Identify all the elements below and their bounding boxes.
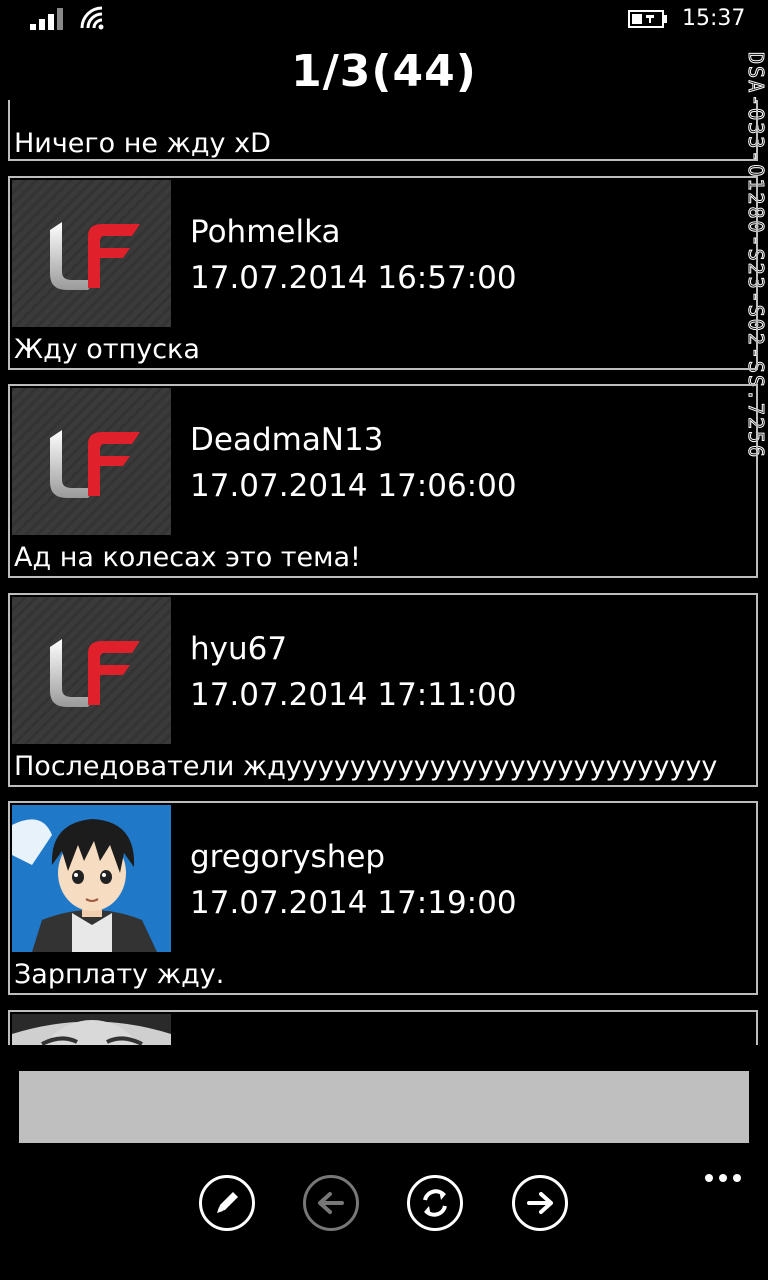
avatar xyxy=(12,805,171,952)
post-author[interactable]: gregoryshep xyxy=(190,839,385,875)
post-author[interactable]: Pohmelka xyxy=(190,214,341,250)
post-list[interactable]: Ничего не жду xD Pohmelka 17.07.2014 16:… xyxy=(0,100,768,1045)
wifi-icon xyxy=(80,6,104,30)
clock: 15:37 xyxy=(682,6,746,31)
lf-logo-icon xyxy=(12,388,171,535)
arrow-right-icon xyxy=(527,1192,553,1214)
post-date: 17.07.2014 17:19:00 xyxy=(190,885,517,921)
post-message: Жду отпуска xyxy=(14,334,200,365)
avatar xyxy=(12,180,171,327)
post-message: Последователи ждуууууууууууууууууууууууу… xyxy=(14,751,718,782)
pencil-icon xyxy=(217,1192,238,1213)
status-bar: 15:37 xyxy=(0,0,768,38)
avatar xyxy=(12,1014,171,1045)
signal-icon xyxy=(30,8,63,30)
post-author[interactable]: DeadmaN13 xyxy=(190,422,383,458)
ellipsis-icon[interactable] xyxy=(700,1168,746,1188)
avatar xyxy=(12,388,171,535)
post-card[interactable]: Pohmelka 17.07.2014 16:57:00 Жду отпуска xyxy=(8,176,758,370)
lf-logo-icon xyxy=(12,597,171,744)
post-date: 17.07.2014 16:57:00 xyxy=(190,260,517,296)
post-card[interactable]: Ничего не жду xD xyxy=(8,100,758,161)
avatar xyxy=(12,597,171,744)
post-card[interactable]: hyu67 17.07.2014 17:11:00 Последователи … xyxy=(8,593,758,787)
face-photo-avatar xyxy=(12,1014,171,1045)
post-message: Ад на колесах это тема! xyxy=(14,542,361,573)
message-input[interactable] xyxy=(19,1071,749,1143)
previous-page-button[interactable] xyxy=(303,1175,359,1231)
post-message: Зарплату жду. xyxy=(14,959,225,990)
refresh-button[interactable] xyxy=(407,1175,463,1231)
edit-button[interactable] xyxy=(199,1175,255,1231)
next-page-button[interactable] xyxy=(512,1175,568,1231)
post-card[interactable]: DeadmaN13 17.07.2014 17:06:00 Ад на коле… xyxy=(8,384,758,578)
post-author[interactable]: hyu67 xyxy=(190,631,287,667)
post-card[interactable]: gregoryshep 17.07.2014 17:19:00 Зарплату… xyxy=(8,801,758,995)
post-date: 17.07.2014 17:11:00 xyxy=(190,677,517,713)
refresh-icon xyxy=(423,1189,447,1217)
post-card[interactable] xyxy=(8,1010,758,1045)
lf-logo-icon xyxy=(12,180,171,327)
page-title: 1/3(44) xyxy=(291,46,477,97)
post-message: Ничего не жду xD xyxy=(14,128,271,159)
post-date: 17.07.2014 17:06:00 xyxy=(190,468,517,504)
battery-charging-icon xyxy=(628,10,667,28)
arrow-left-icon xyxy=(318,1192,344,1214)
anime-character-avatar xyxy=(12,805,171,952)
